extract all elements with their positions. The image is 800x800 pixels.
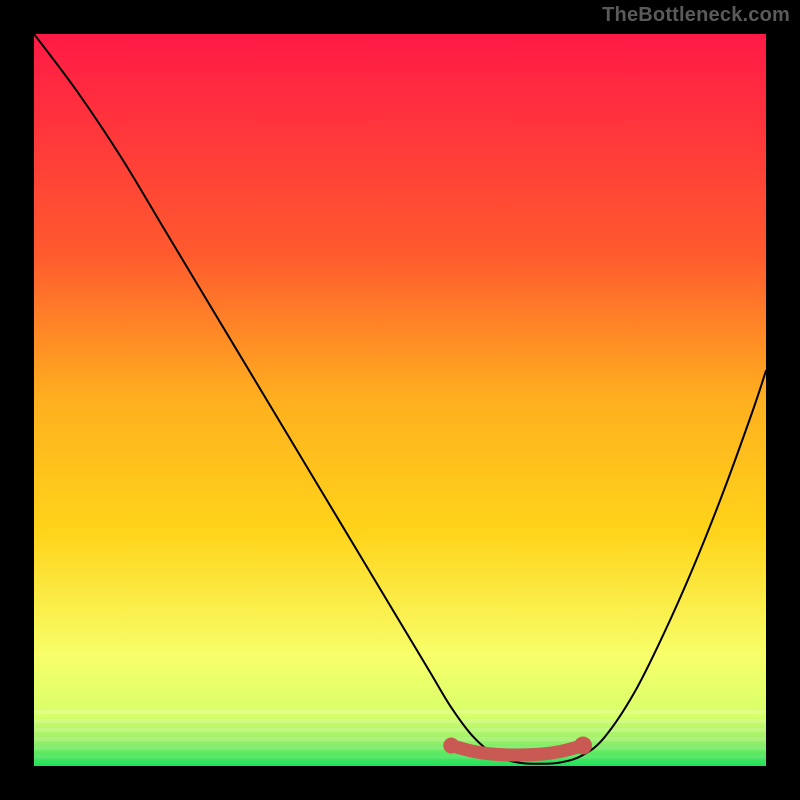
chart-background [34, 34, 766, 766]
marker-start-dot [443, 738, 459, 754]
chart-frame: TheBottleneck.com [0, 0, 800, 800]
marker-end-dot [574, 737, 592, 755]
chart-svg [34, 34, 766, 766]
chart-plot-area [34, 34, 766, 766]
watermark-text: TheBottleneck.com [602, 4, 790, 27]
